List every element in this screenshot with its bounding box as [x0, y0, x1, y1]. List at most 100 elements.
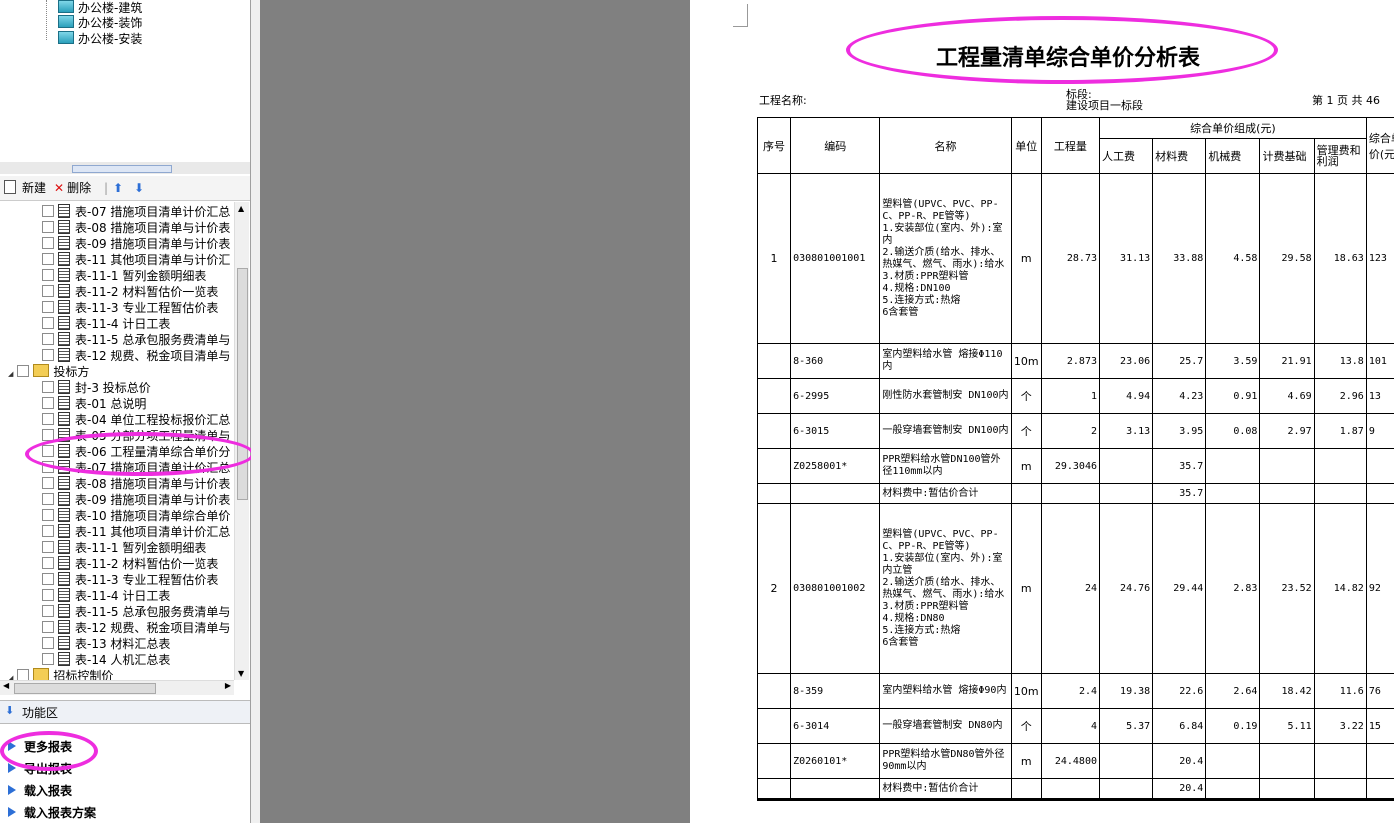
- report-checkbox[interactable]: [42, 221, 54, 233]
- hscroll-thumb[interactable]: [14, 683, 156, 694]
- report-checkbox[interactable]: [42, 525, 54, 537]
- cell-labor: [1098, 778, 1154, 799]
- report-item-label: 表-11 其他项目清单与计价汇: [75, 253, 231, 267]
- report-checkbox[interactable]: [42, 605, 54, 617]
- report-checkbox[interactable]: [42, 333, 54, 345]
- report-checkbox[interactable]: [42, 397, 54, 409]
- report-checkbox[interactable]: [42, 285, 54, 297]
- cell-qty: 1: [1040, 378, 1101, 414]
- cell-unit: m: [1010, 743, 1042, 779]
- scroll-up-arrow[interactable]: ▲: [238, 204, 244, 213]
- move-down-icon[interactable]: ⬇: [134, 180, 144, 196]
- cell-total: [1365, 483, 1394, 504]
- report-item[interactable]: 表-09 措施项目清单与计价表: [42, 492, 230, 508]
- cell-fee-base: 18.42: [1259, 673, 1315, 709]
- report-checkbox[interactable]: [42, 621, 54, 633]
- report-folder[interactable]: ◢ 招标控制价: [8, 668, 113, 680]
- expand-icon[interactable]: ◢: [8, 370, 13, 378]
- cell-machine: 0.08: [1205, 413, 1261, 449]
- cell-labor: 19.38: [1098, 673, 1154, 709]
- report-checkbox[interactable]: [42, 381, 54, 393]
- report-item[interactable]: 表-11-2 材料暂估价一览表: [42, 556, 218, 572]
- report-checkbox[interactable]: [42, 637, 54, 649]
- report-checkbox[interactable]: [42, 573, 54, 585]
- report-item[interactable]: 表-11-2 材料暂估价一览表: [42, 284, 218, 300]
- panel-splitter[interactable]: [0, 162, 250, 174]
- cell-unit: m: [1010, 173, 1042, 344]
- report-checkbox[interactable]: [17, 365, 30, 377]
- vertical-splitter[interactable]: [251, 0, 260, 823]
- report-checkbox[interactable]: [42, 269, 54, 281]
- report-checkbox[interactable]: [42, 589, 54, 601]
- report-doc-icon: [58, 604, 70, 618]
- highlight-ellipse-report: [25, 432, 255, 476]
- unit-project-icon: [58, 15, 74, 28]
- report-item-label: 表-13 材料汇总表: [75, 637, 171, 651]
- function-area-header[interactable]: ⬇ 功能区: [0, 700, 250, 724]
- report-item[interactable]: 表-11-4 计日工表: [42, 588, 170, 604]
- tree-node-decoration[interactable]: 办公楼-装饰: [58, 15, 142, 31]
- cell-qty: [1040, 778, 1101, 799]
- report-item[interactable]: 表-10 措施项目清单综合单价: [42, 508, 230, 524]
- report-checkbox[interactable]: [17, 669, 30, 680]
- load-report-scheme-button[interactable]: 载入报表方案: [8, 803, 96, 823]
- delete-button-label: 删除: [67, 181, 92, 195]
- move-up-icon[interactable]: ⬆: [113, 180, 123, 196]
- report-item[interactable]: 表-12 规费、税金项目清单与: [42, 348, 230, 364]
- report-folder[interactable]: ◢ 投标方: [8, 364, 89, 380]
- report-item[interactable]: 表-07 措施项目清单计价汇总: [42, 204, 230, 220]
- cell-material: 29.44: [1152, 503, 1207, 674]
- report-item[interactable]: 表-08 措施项目清单与计价表: [42, 220, 230, 236]
- report-item[interactable]: 表-11-1 暂列金额明细表: [42, 268, 206, 284]
- scroll-down-arrow[interactable]: ▼: [238, 669, 244, 678]
- report-checkbox[interactable]: [42, 541, 54, 553]
- report-item[interactable]: 表-09 措施项目清单与计价表: [42, 236, 230, 252]
- report-checkbox[interactable]: [42, 349, 54, 361]
- report-checkbox[interactable]: [42, 205, 54, 217]
- report-item[interactable]: 表-11 其他项目清单与计价汇: [42, 252, 230, 268]
- tree-node-install[interactable]: 办公楼-安装: [58, 31, 142, 47]
- preview-background: [260, 0, 690, 823]
- report-checkbox[interactable]: [42, 253, 54, 265]
- report-item[interactable]: 表-11-4 计日工表: [42, 316, 170, 332]
- report-checkbox[interactable]: [42, 653, 54, 665]
- report-doc-icon: [58, 236, 70, 250]
- report-item[interactable]: 表-11-1 暂列金额明细表: [42, 540, 206, 556]
- report-item[interactable]: 表-11 其他项目清单计价汇总: [42, 524, 230, 540]
- report-item[interactable]: 表-11-3 专业工程暂估价表: [42, 572, 218, 588]
- new-button[interactable]: 新建: [4, 180, 46, 196]
- report-checkbox[interactable]: [42, 237, 54, 249]
- report-doc-icon: [58, 204, 70, 218]
- scroll-right-arrow[interactable]: ▶: [225, 681, 231, 690]
- report-item[interactable]: 表-08 措施项目清单与计价表: [42, 476, 230, 492]
- header-labor: 人工费: [1098, 138, 1154, 174]
- load-report-button[interactable]: 载入报表: [8, 781, 72, 801]
- cell-fee-base: 4.69: [1259, 378, 1315, 414]
- report-checkbox[interactable]: [42, 509, 54, 521]
- scroll-left-arrow[interactable]: ◀: [3, 681, 9, 690]
- report-checkbox[interactable]: [42, 301, 54, 313]
- report-checkbox[interactable]: [42, 413, 54, 425]
- report-item[interactable]: 表-01 总说明: [42, 396, 146, 412]
- report-checkbox[interactable]: [42, 317, 54, 329]
- report-item[interactable]: 表-04 单位工程投标报价汇总: [42, 412, 230, 428]
- report-checkbox[interactable]: [42, 477, 54, 489]
- report-item[interactable]: 表-11-3 专业工程暂估价表: [42, 300, 218, 316]
- report-doc-icon: [58, 332, 70, 346]
- cell-qty: 24: [1040, 503, 1101, 674]
- delete-button[interactable]: ✕ 删除: [54, 180, 91, 196]
- report-checkbox[interactable]: [42, 493, 54, 505]
- tree-node-building[interactable]: 办公楼-建筑: [58, 0, 142, 16]
- report-item[interactable]: 表-14 人机汇总表: [42, 652, 170, 668]
- report-doc-icon: [58, 540, 70, 554]
- report-list-hscrollbar[interactable]: ◀ ▶: [0, 680, 234, 695]
- cell-code: [790, 483, 881, 504]
- report-item[interactable]: 表-12 规费、税金项目清单与: [42, 620, 230, 636]
- report-item[interactable]: 封-3 投标总价: [42, 380, 151, 396]
- cell-labor: 4.94: [1098, 378, 1154, 414]
- splitter-grip[interactable]: [72, 165, 172, 173]
- report-item[interactable]: 表-13 材料汇总表: [42, 636, 170, 652]
- report-item[interactable]: 表-11-5 总承包服务费清单与: [42, 332, 230, 348]
- report-checkbox[interactable]: [42, 557, 54, 569]
- report-item[interactable]: 表-11-5 总承包服务费清单与: [42, 604, 230, 620]
